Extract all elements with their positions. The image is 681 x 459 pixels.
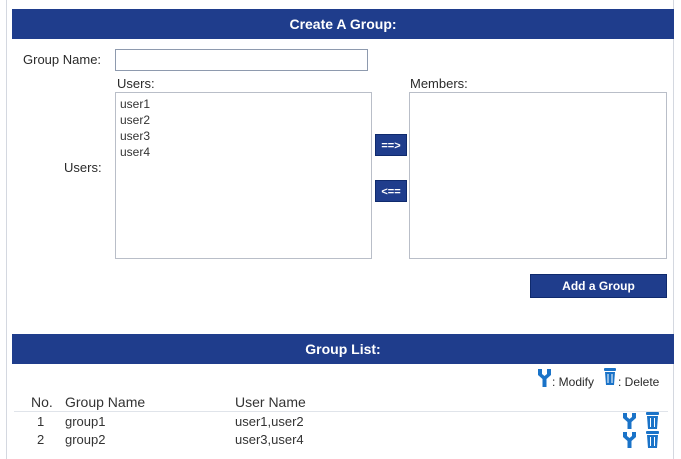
user-option[interactable]: user2 xyxy=(116,112,371,128)
trash-icon[interactable] xyxy=(645,430,660,454)
group-list-header: Group List: xyxy=(12,334,674,364)
members-list-label: Members: xyxy=(410,76,468,91)
users-row-label: Users: xyxy=(64,160,102,175)
row-number: 1 xyxy=(37,414,45,429)
create-group-title: Create A Group: xyxy=(289,16,397,32)
group-list-title: Group List: xyxy=(305,341,381,357)
column-header-no: No. xyxy=(31,394,53,410)
legend-delete-label: : Delete xyxy=(618,375,660,389)
column-header-group-name: Group Name xyxy=(65,394,146,410)
row-group-name: group2 xyxy=(65,432,106,447)
wrench-icon[interactable] xyxy=(622,431,637,454)
row-user-name: user3,user4 xyxy=(235,432,304,447)
table-divider xyxy=(14,411,668,412)
user-option[interactable]: user4 xyxy=(116,144,371,160)
trash-icon xyxy=(603,367,617,391)
members-listbox[interactable] xyxy=(409,92,667,259)
legend-modify-label: : Modify xyxy=(552,375,595,389)
wrench-icon xyxy=(537,368,552,393)
group-name-label: Group Name: xyxy=(23,52,102,67)
row-number: 2 xyxy=(37,432,45,447)
user-option[interactable]: user1 xyxy=(116,96,371,112)
users-listbox[interactable]: user1 user2 user3 user4 xyxy=(115,92,372,259)
user-option[interactable]: user3 xyxy=(116,128,371,144)
add-group-button[interactable]: Add a Group xyxy=(530,274,667,298)
group-name-input[interactable] xyxy=(115,49,368,71)
create-group-header: Create A Group: xyxy=(12,9,674,39)
add-member-button[interactable]: ==> xyxy=(375,134,407,156)
row-group-name: group1 xyxy=(65,414,106,429)
users-list-label: Users: xyxy=(117,76,155,91)
row-user-name: user1,user2 xyxy=(235,414,304,429)
remove-member-button[interactable]: <== xyxy=(375,180,407,202)
column-header-user-name: User Name xyxy=(235,394,306,410)
